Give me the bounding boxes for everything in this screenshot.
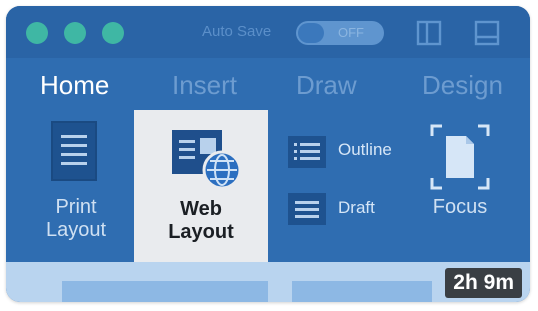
minimize-window-button[interactable] bbox=[64, 22, 86, 44]
web-layout-label: Web Layout bbox=[134, 198, 268, 244]
word-window: Auto Save OFF Home Insert Draw Design Pr… bbox=[6, 6, 530, 302]
globe-icon bbox=[202, 150, 242, 190]
page-thumbnail bbox=[62, 281, 268, 302]
zoom-window-button[interactable] bbox=[102, 22, 124, 44]
autosave-label: Auto Save bbox=[202, 23, 272, 40]
toggle-knob bbox=[298, 23, 324, 43]
web-layout-label-line2: Layout bbox=[168, 221, 234, 243]
sidebar-icon[interactable] bbox=[416, 20, 442, 46]
outline-icon bbox=[288, 136, 326, 168]
toggle-state-label: OFF bbox=[338, 25, 364, 40]
tab-draw[interactable]: Draw bbox=[296, 70, 357, 101]
web-layout-label-line1: Web bbox=[180, 198, 222, 220]
close-window-button[interactable] bbox=[26, 22, 48, 44]
print-layout-label: Print Layout bbox=[28, 196, 124, 242]
tab-insert[interactable]: Insert bbox=[172, 70, 237, 101]
page-thumbnail bbox=[292, 281, 432, 302]
draft-label: Draft bbox=[338, 198, 375, 217]
window-icon[interactable] bbox=[474, 20, 500, 46]
tab-design[interactable]: Design bbox=[422, 70, 503, 101]
title-bar: Auto Save OFF bbox=[6, 6, 530, 58]
web-layout-button[interactable]: Web Layout bbox=[134, 110, 268, 262]
draft-icon bbox=[288, 193, 326, 225]
autosave-toggle[interactable]: OFF bbox=[296, 21, 384, 45]
outline-label: Outline bbox=[338, 140, 392, 159]
print-layout-label-line1: Print bbox=[55, 196, 97, 218]
video-duration-badge: 2h 9m bbox=[445, 268, 522, 298]
tab-home[interactable]: Home bbox=[40, 70, 109, 101]
print-layout-label-line2: Layout bbox=[45, 219, 107, 241]
focus-icon bbox=[430, 124, 490, 190]
web-layout-icon bbox=[172, 130, 242, 190]
focus-label: Focus bbox=[432, 196, 488, 218]
print-layout-icon bbox=[51, 121, 97, 181]
